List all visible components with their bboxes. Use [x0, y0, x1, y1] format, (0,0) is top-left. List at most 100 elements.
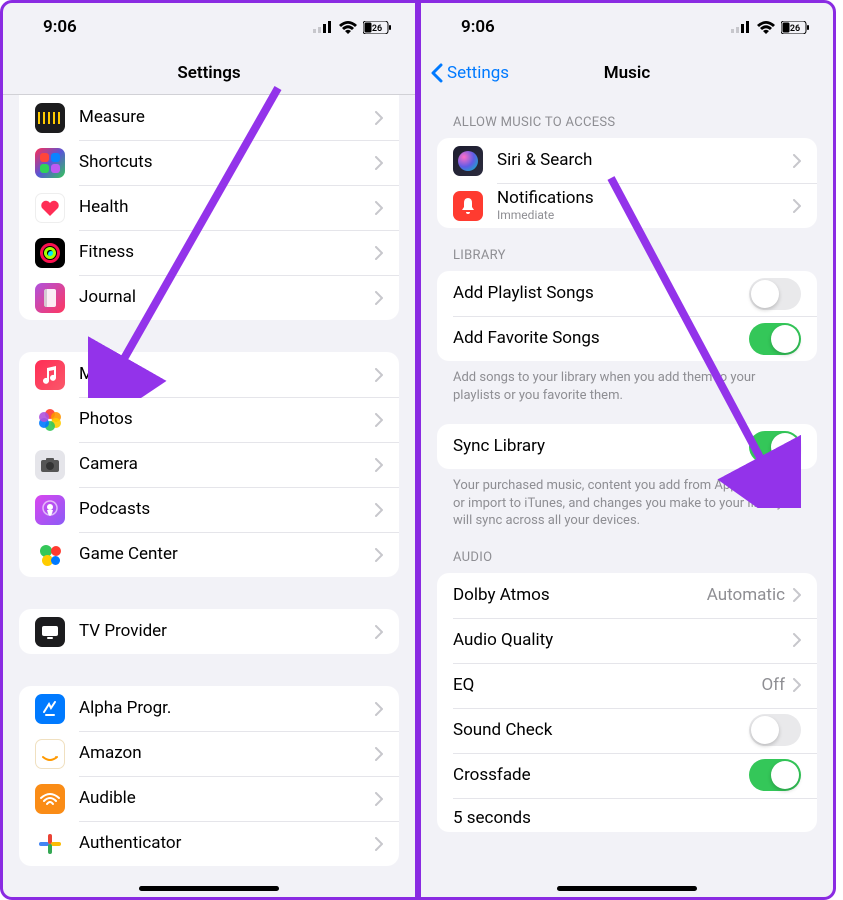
row-crossfade[interactable]: Crossfade: [437, 753, 817, 798]
nav-title: Settings: [177, 63, 240, 83]
back-button[interactable]: Settings: [431, 51, 509, 95]
chevron-right-icon: [375, 413, 383, 427]
toggle-sound-check[interactable]: [749, 714, 801, 746]
svg-text:26: 26: [372, 24, 382, 34]
value: Automatic: [707, 585, 785, 605]
toggle-add-favorite[interactable]: [749, 323, 801, 355]
label: Add Favorite Songs: [453, 328, 749, 348]
chevron-left-icon: [431, 63, 443, 83]
settings-list[interactable]: Measure Shortcuts Health Fitness: [3, 95, 415, 897]
status-icons: 26: [731, 21, 809, 34]
row-authenticator[interactable]: Authenticator: [19, 821, 399, 866]
label: Alpha Progr.: [79, 698, 375, 718]
chevron-right-icon: [793, 633, 801, 647]
group-audio: Dolby Atmos Automatic Audio Quality EQ O…: [437, 573, 817, 832]
group-sync: Sync Library: [437, 424, 817, 469]
status-time: 9:06: [43, 17, 77, 37]
camera-icon: [35, 450, 65, 480]
group-access: Siri & Search Notifications Immediate: [437, 138, 817, 228]
nav-bar: Settings Music: [421, 51, 833, 95]
nav-title: Music: [604, 63, 650, 83]
photos-icon: [35, 405, 65, 435]
label: Journal: [79, 287, 375, 307]
toggle-crossfade[interactable]: [749, 759, 801, 791]
chevron-right-icon: [375, 792, 383, 806]
row-siri-search[interactable]: Siri & Search: [437, 138, 817, 183]
chevron-right-icon: [375, 503, 383, 517]
tv-provider-icon: [35, 617, 65, 647]
fitness-icon: [35, 238, 65, 268]
chevron-right-icon: [793, 154, 801, 168]
label: Crossfade: [453, 765, 749, 785]
podcasts-icon: [35, 495, 65, 525]
row-notifications[interactable]: Notifications Immediate: [437, 183, 817, 228]
row-fitness[interactable]: Fitness: [19, 230, 399, 275]
row-podcasts[interactable]: Podcasts: [19, 487, 399, 532]
label: TV Provider: [79, 621, 375, 641]
row-measure[interactable]: Measure: [19, 95, 399, 140]
row-game-center[interactable]: Game Center: [19, 532, 399, 577]
alpha-icon: [35, 694, 65, 724]
row-audio-quality[interactable]: Audio Quality: [437, 618, 817, 663]
svg-text:26: 26: [790, 24, 800, 34]
back-label: Settings: [447, 63, 509, 83]
label: Add Playlist Songs: [453, 283, 749, 303]
game-center-icon: [35, 540, 65, 570]
chevron-right-icon: [375, 246, 383, 260]
group-library: Add Playlist Songs Add Favorite Songs: [437, 271, 817, 361]
home-indicator[interactable]: [139, 886, 279, 891]
row-audible[interactable]: Audible: [19, 776, 399, 821]
siri-icon: [453, 146, 483, 176]
row-photos[interactable]: Photos: [19, 397, 399, 442]
label: Sound Check: [453, 720, 749, 740]
row-health[interactable]: Health: [19, 185, 399, 230]
notifications-icon: [453, 191, 483, 221]
toggle-sync-library[interactable]: [749, 431, 801, 463]
group-system-apps-1: Measure Shortcuts Health Fitness: [19, 95, 399, 320]
label: Notifications: [497, 189, 793, 208]
section-header-library: LIBRARY: [421, 228, 833, 271]
label: EQ: [453, 675, 761, 695]
music-settings-list[interactable]: ALLOW MUSIC TO ACCESS Siri & Search Noti…: [421, 95, 833, 897]
row-crossfade-duration[interactable]: 5 seconds: [437, 798, 817, 832]
chevron-right-icon: [793, 199, 801, 213]
row-add-playlist-songs[interactable]: Add Playlist Songs: [437, 271, 817, 316]
row-add-favorite-songs[interactable]: Add Favorite Songs: [437, 316, 817, 361]
row-shortcuts[interactable]: Shortcuts: [19, 140, 399, 185]
label: Health: [79, 197, 375, 217]
label: Photos: [79, 409, 375, 429]
signal-icon: [313, 21, 333, 33]
label: Amazon: [79, 743, 375, 763]
chevron-right-icon: [375, 156, 383, 170]
journal-icon: [35, 283, 65, 313]
row-dolby-atmos[interactable]: Dolby Atmos Automatic: [437, 573, 817, 618]
battery-icon: 26: [363, 21, 391, 34]
home-indicator[interactable]: [557, 886, 697, 891]
chevron-right-icon: [793, 588, 801, 602]
status-bar: 9:06 26: [421, 3, 833, 51]
battery-icon: 26: [781, 21, 809, 34]
wifi-icon: [339, 21, 357, 34]
row-sound-check[interactable]: Sound Check: [437, 708, 817, 753]
row-journal[interactable]: Journal: [19, 275, 399, 320]
row-camera[interactable]: Camera: [19, 442, 399, 487]
label: Shortcuts: [79, 152, 375, 172]
label: Audio Quality: [453, 630, 793, 650]
label: Audible: [79, 788, 375, 808]
phone-music-settings: 9:06 26 Settings Music ALLOW MUSIC TO AC…: [418, 0, 836, 900]
label: Authenticator: [79, 833, 375, 853]
row-tv-provider[interactable]: TV Provider: [19, 609, 399, 654]
chevron-right-icon: [375, 368, 383, 382]
row-sync-library[interactable]: Sync Library: [437, 424, 817, 469]
row-amazon[interactable]: Amazon: [19, 731, 399, 776]
amazon-icon: [35, 739, 65, 769]
row-music[interactable]: Music: [19, 352, 399, 397]
row-eq[interactable]: EQ Off: [437, 663, 817, 708]
chevron-right-icon: [375, 548, 383, 562]
row-alpha[interactable]: Alpha Progr.: [19, 686, 399, 731]
wifi-icon: [757, 21, 775, 34]
chevron-right-icon: [375, 747, 383, 761]
chevron-right-icon: [793, 678, 801, 692]
toggle-add-playlist[interactable]: [749, 278, 801, 310]
status-time: 9:06: [461, 17, 495, 37]
